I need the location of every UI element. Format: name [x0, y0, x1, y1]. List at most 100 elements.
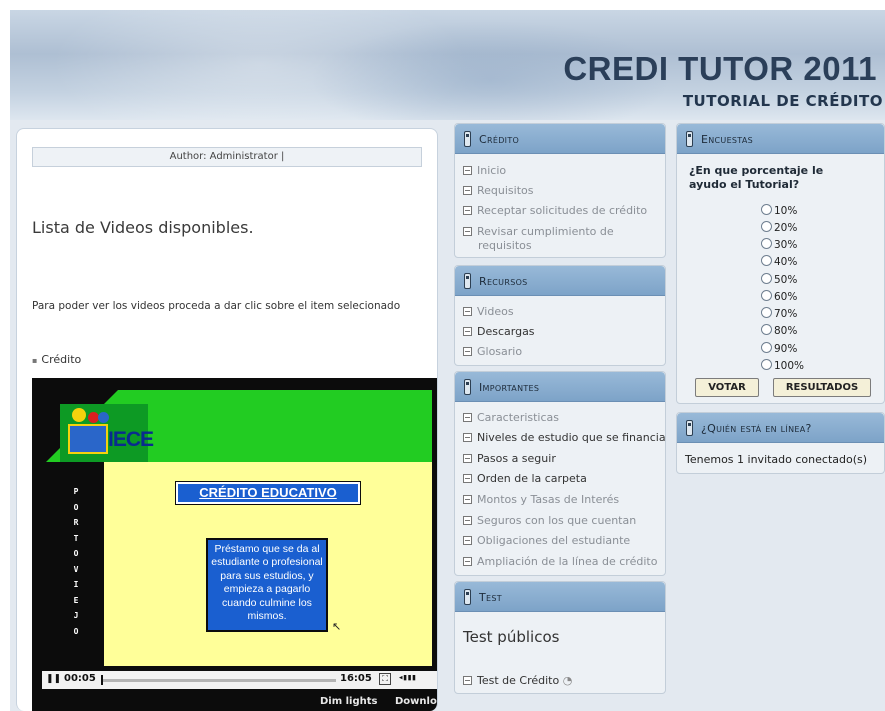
radio-button[interactable]	[761, 359, 772, 370]
page: CREDI TUTOR 2011 TUTORIAL DE CRÉDITO Aut…	[0, 0, 885, 711]
page-icon	[463, 557, 472, 566]
poll-option[interactable]: 90%	[761, 342, 797, 355]
menu-item-seguros[interactable]: Seguros con los que cuentan	[463, 514, 636, 528]
page-icon	[463, 206, 472, 215]
slide-title: CRÉDITO EDUCATIVO	[175, 481, 361, 505]
seek-bar[interactable]	[102, 679, 336, 682]
radio-button[interactable]	[761, 307, 772, 318]
menu-item-revisar[interactable]: Revisar cumplimiento de	[463, 225, 614, 239]
module-header: Importantes	[455, 372, 665, 402]
poll-option[interactable]: 40%	[761, 255, 797, 268]
mobile-icon	[686, 420, 693, 436]
menu-test: Test Test públicos Test de Crédito ◔	[454, 581, 666, 694]
menu-item-orden[interactable]: Orden de la carpeta	[463, 472, 587, 486]
poll-option[interactable]: 10%	[761, 204, 797, 217]
poll-option[interactable]: 70%	[761, 307, 797, 320]
intro-text: Para poder ver los videos proceda a dar …	[32, 300, 401, 312]
page-icon	[463, 474, 472, 483]
logo-text: IECE	[108, 428, 154, 451]
menu-item-revisar-cont[interactable]: requisitos	[478, 239, 532, 253]
site-header: CREDI TUTOR 2011 TUTORIAL DE CRÉDITO	[10, 10, 885, 120]
page-icon	[463, 676, 472, 685]
mouse-cursor-icon: ↖	[332, 620, 342, 633]
poll-option[interactable]: 20%	[761, 221, 797, 234]
menu-item-caracteristicas[interactable]: Caracteristicas	[463, 411, 559, 425]
module-header: Encuestas	[677, 124, 884, 154]
page-title: Lista de Videos disponibles.	[32, 218, 254, 237]
vote-button[interactable]: VOTAR	[695, 378, 759, 397]
vertical-letter: P	[73, 487, 79, 496]
page-icon	[463, 516, 472, 525]
poll-option[interactable]: 100%	[761, 359, 804, 372]
volume-icon[interactable]: ◂▮▮▮	[398, 673, 417, 683]
site-title: CREDI TUTOR 2011	[563, 50, 877, 87]
radio-button[interactable]	[761, 221, 772, 232]
radio-button[interactable]	[761, 324, 772, 335]
menu-item-test-credito[interactable]: Test de Crédito ◔	[463, 674, 572, 688]
radio-button[interactable]	[761, 273, 772, 284]
module-title: ¿Quién está en línea?	[701, 422, 812, 435]
vertical-letter: R	[73, 518, 79, 527]
vertical-letter: E	[73, 595, 79, 605]
radio-button[interactable]	[761, 342, 772, 353]
page-icon	[463, 433, 472, 442]
menu-item-obligaciones[interactable]: Obligaciones del estudiante	[463, 534, 630, 548]
mobile-icon	[464, 589, 471, 605]
online-status: Tenemos 1 invitado conectado(s)	[685, 453, 868, 466]
page-icon	[463, 166, 472, 175]
player-footer: Dim lights Download	[42, 692, 437, 711]
menu-item-montos[interactable]: Montos y Tasas de Interés	[463, 493, 619, 507]
fullscreen-icon[interactable]: ⛶	[379, 673, 391, 685]
radio-button[interactable]	[761, 238, 772, 249]
poll-option[interactable]: 50%	[761, 273, 797, 286]
page-icon	[463, 347, 472, 356]
menu-item-pasos[interactable]: Pasos a seguir	[463, 452, 556, 466]
module-title: Test	[479, 591, 502, 604]
iece-logo: IECE	[60, 404, 154, 462]
pause-button[interactable]: ❚❚	[46, 674, 61, 684]
page-icon	[463, 536, 472, 545]
menu-item-inicio[interactable]: Inicio	[463, 164, 506, 178]
video-player[interactable]: IECE PORTOVIEJO CRÉDITO EDUCATIVO Présta…	[32, 378, 437, 711]
mobile-icon	[464, 273, 471, 289]
radio-button[interactable]	[761, 255, 772, 266]
poll-option[interactable]: 60%	[761, 290, 797, 303]
poll-option[interactable]: 80%	[761, 324, 797, 337]
module-title: Importantes	[479, 381, 540, 394]
video-list-item-credito[interactable]: ▪ Crédito	[32, 353, 81, 366]
page-icon	[463, 495, 472, 504]
slide-body: Préstamo que se da al estudiante o profe…	[206, 538, 328, 632]
poll-option[interactable]: 30%	[761, 238, 797, 251]
vertical-letter: T	[73, 533, 79, 543]
radio-button[interactable]	[761, 204, 772, 215]
logo-book-icon	[68, 424, 108, 454]
main-content: Author: Administrator | Lista de Videos …	[16, 128, 438, 711]
menu-item-videos[interactable]: Videos	[463, 305, 514, 319]
radio-button[interactable]	[761, 290, 772, 301]
vertical-letter: V	[73, 564, 79, 574]
menu-item-requisitos[interactable]: Requisitos	[463, 184, 534, 198]
site-subtitle: TUTORIAL DE CRÉDITO	[682, 92, 883, 110]
menu-item-ampliacion[interactable]: Ampliación de la línea de crédito	[463, 555, 657, 569]
module-header: Test	[455, 582, 665, 612]
menu-recursos: Recursos Videos Descargas Glosario	[454, 265, 666, 366]
dim-lights-button[interactable]: Dim lights	[320, 696, 378, 707]
clock-icon: ◔	[562, 674, 573, 687]
results-button[interactable]: RESULTADOS	[773, 378, 871, 397]
module-header: ¿Quién está en línea?	[677, 413, 884, 443]
vertical-letter: O	[73, 549, 79, 558]
menu-item-descargas[interactable]: Descargas	[463, 325, 535, 339]
download-button[interactable]: Download	[395, 696, 437, 707]
bullet-icon: ▪	[32, 356, 38, 365]
mobile-icon	[464, 379, 471, 395]
page-icon	[463, 227, 472, 236]
menu-item-glosario[interactable]: Glosario	[463, 345, 522, 359]
menu-item-receptar[interactable]: Receptar solicitudes de crédito	[463, 204, 647, 218]
menu-item-niveles[interactable]: Niveles de estudio que se financia	[463, 431, 665, 445]
seek-handle[interactable]	[101, 675, 103, 685]
video-frame[interactable]: IECE PORTOVIEJO CRÉDITO EDUCATIVO Présta…	[46, 390, 432, 666]
player-controls: ❚❚ 00:05 16:05 ⛶ ◂▮▮▮	[42, 671, 437, 689]
online-module: ¿Quién está en línea? Tenemos 1 invitado…	[676, 412, 885, 474]
logo-figure	[98, 412, 109, 423]
module-title: Encuestas	[701, 133, 754, 146]
